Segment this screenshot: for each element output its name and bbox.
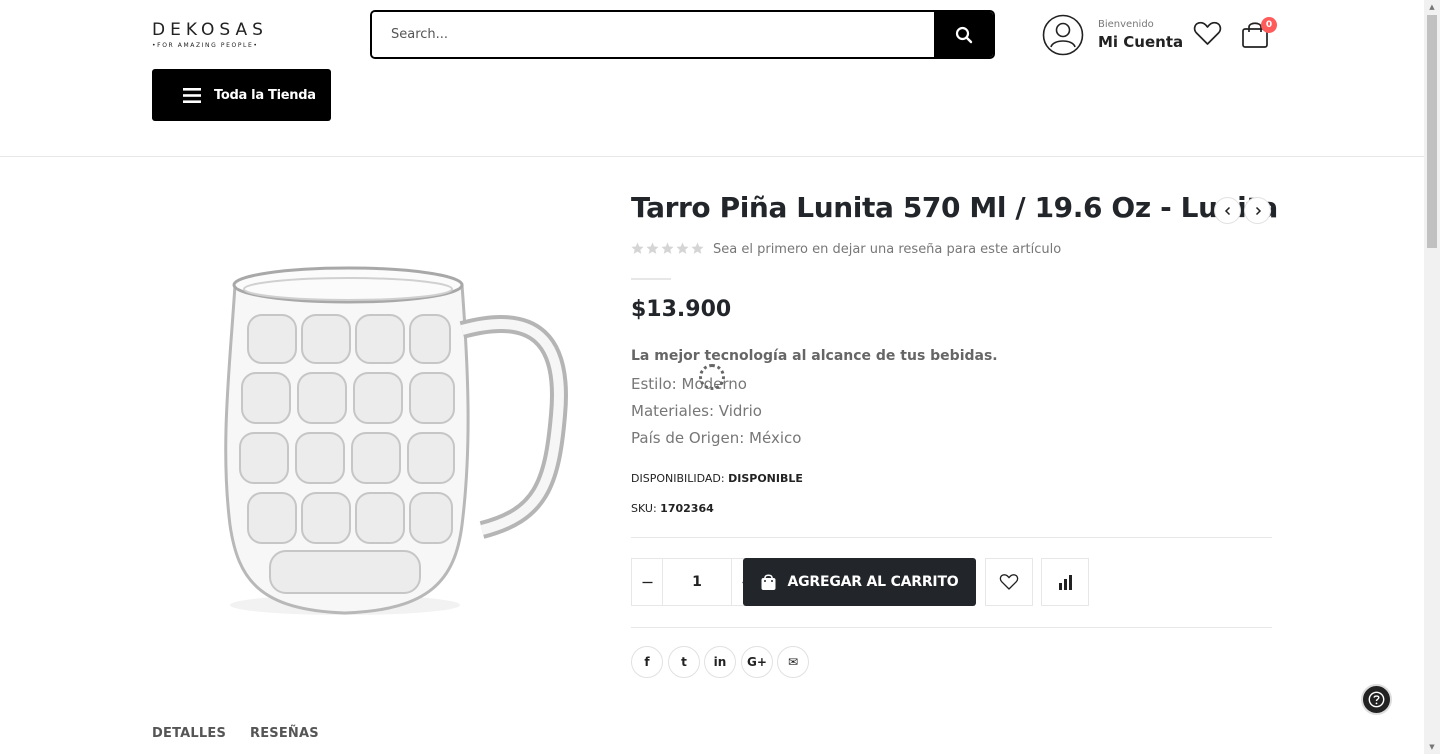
all-store-menu-button[interactable]: Toda la Tienda: [152, 69, 331, 121]
share-twitter-button[interactable]: t: [668, 646, 700, 678]
share-email-button[interactable]: ✉: [777, 646, 809, 678]
tab-details[interactable]: DETALLES: [152, 726, 226, 741]
my-account-link[interactable]: Mi Cuenta: [1098, 33, 1183, 51]
star-icon: [691, 242, 704, 254]
search-bar: [370, 10, 995, 59]
cart-count-badge: 0: [1261, 17, 1277, 33]
quantity-decrease-button[interactable]: [632, 559, 662, 605]
product-image-beer-mug[interactable]: [190, 245, 590, 635]
loading-spinner: [699, 364, 725, 390]
description-headline: La mejor tecnología al alcance de tus be…: [631, 348, 998, 364]
add-to-wishlist-button[interactable]: [985, 558, 1033, 606]
quantity-input[interactable]: 1: [662, 559, 732, 605]
description-origin: País de Origen: México: [631, 429, 802, 447]
google-plus-icon: G+: [747, 655, 767, 669]
sku-label: SKU:: [631, 502, 657, 515]
site-logo[interactable]: DEKOSAS •FOR AMAZING PEOPLE•: [152, 20, 272, 49]
header-divider: [0, 156, 1424, 157]
help-button[interactable]: [1361, 684, 1392, 715]
search-button[interactable]: [934, 12, 993, 57]
product-price: $13.900: [631, 297, 732, 322]
add-to-cart-button[interactable]: AGREGAR AL CARRITO: [743, 558, 976, 606]
sku: SKU: 1702364: [631, 502, 714, 515]
logo-wordmark: DEKOSAS: [152, 20, 268, 40]
star-icon: [661, 242, 674, 254]
sku-value: 1702364: [660, 502, 714, 515]
logo-tagline: •FOR AMAZING PEOPLE•: [152, 42, 259, 49]
star-icon: [646, 242, 659, 254]
welcome-label: Bienvenido: [1098, 19, 1154, 30]
all-store-label: Toda la Tienda: [214, 87, 316, 103]
divider: [631, 627, 1272, 628]
rating-stars: [631, 242, 704, 255]
search-icon: [955, 26, 972, 43]
share-linkedin-button[interactable]: in: [704, 646, 736, 678]
share-googleplus-button[interactable]: G+: [741, 646, 773, 678]
bar-chart-icon: [1058, 574, 1072, 590]
minus-icon: [642, 581, 652, 583]
star-icon: [631, 242, 644, 254]
hamburger-menu-icon: [183, 87, 201, 103]
email-icon: ✉: [787, 655, 799, 669]
divider: [631, 537, 1272, 538]
add-to-compare-button[interactable]: [1041, 558, 1089, 606]
chevron-right-icon: [1255, 206, 1261, 215]
star-icon: [676, 242, 689, 254]
description-style: Estilo: Moderno: [631, 375, 747, 393]
heart-icon: [999, 574, 1019, 590]
short-divider: [631, 278, 671, 280]
facebook-icon: f: [644, 655, 650, 669]
scrollbar-thumb[interactable]: [1427, 15, 1437, 248]
availability-value: DISPONIBLE: [728, 472, 803, 485]
search-input[interactable]: [372, 12, 934, 57]
shopping-bag-icon: [761, 574, 776, 590]
chevron-left-icon: [1224, 206, 1230, 215]
question-icon: [1368, 691, 1385, 708]
scroll-down-arrow-icon[interactable]: ▼: [1428, 743, 1436, 751]
write-review-link[interactable]: Sea el primero en dejar una reseña para …: [713, 242, 1061, 257]
twitter-icon: t: [681, 655, 687, 669]
wishlist-heart-icon[interactable]: [1193, 20, 1222, 47]
prev-product-button[interactable]: [1214, 197, 1241, 224]
user-icon[interactable]: [1042, 14, 1084, 56]
add-to-cart-label: AGREGAR AL CARRITO: [787, 574, 959, 590]
next-product-button[interactable]: [1244, 197, 1271, 224]
tab-reviews[interactable]: RESEÑAS: [250, 726, 319, 741]
scroll-up-arrow-icon[interactable]: ▲: [1428, 3, 1436, 11]
description-materials: Materiales: Vidrio: [631, 402, 762, 420]
linkedin-icon: in: [713, 655, 727, 669]
availability-label: DISPONIBILIDAD:: [631, 472, 725, 485]
share-facebook-button[interactable]: f: [631, 646, 663, 678]
availability: DISPONIBILIDAD: DISPONIBLE: [631, 472, 803, 485]
product-title: Tarro Piña Lunita 570 Ml / 19.6 Oz - Lun…: [631, 191, 1278, 224]
